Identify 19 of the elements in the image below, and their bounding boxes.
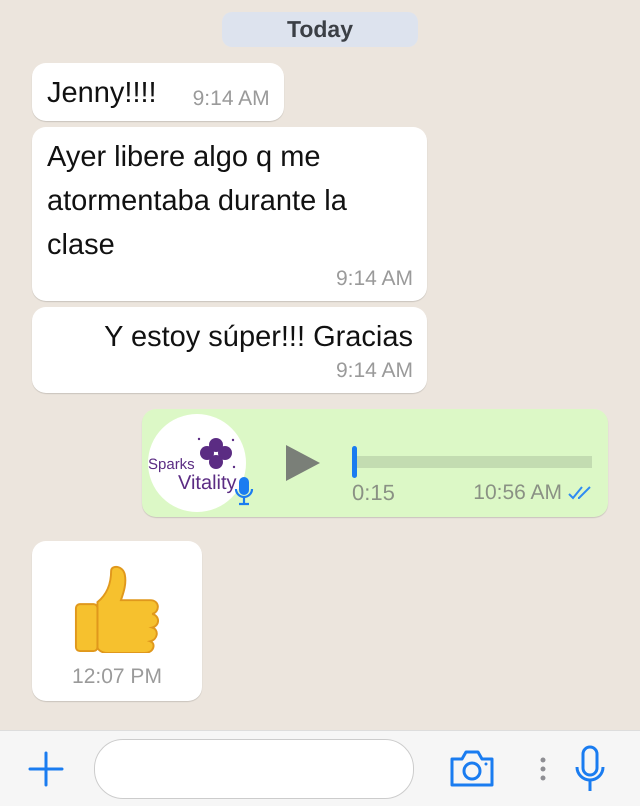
message-time: 9:14 AM (192, 87, 270, 111)
microphone-icon[interactable] (574, 744, 606, 792)
play-button[interactable] (286, 445, 320, 481)
message-time: 10:56 AM (473, 481, 562, 505)
message-input-field[interactable] (94, 738, 414, 798)
logo-text: Sparks (148, 456, 195, 473)
logo-text: Vitality (178, 472, 237, 495)
camera-icon[interactable] (448, 748, 496, 788)
message-time: 9:14 AM (336, 359, 413, 383)
message-time: 12:07 PM (72, 665, 162, 689)
audio-duration: 0:15 (352, 480, 395, 506)
message-time: 9:14 AM (336, 267, 413, 291)
date-label: Today (222, 12, 418, 47)
audio-progress-thumb[interactable] (352, 446, 357, 478)
more-dots-icon[interactable] (540, 756, 546, 780)
message-text: Ayer libere algo q me atormentaba durante la clase (47, 140, 348, 263)
plus-icon[interactable] (28, 750, 64, 786)
message-text: Y estoy súper!!! Gracias (104, 320, 413, 355)
message-text: Jenny!!!! (47, 76, 157, 111)
